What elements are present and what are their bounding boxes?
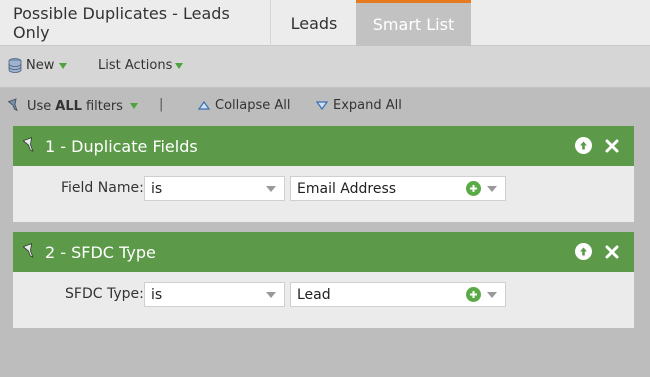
- use-label: Use: [27, 98, 52, 114]
- dropdown-arrow-icon: [175, 62, 184, 69]
- field-value: Email Address: [297, 180, 397, 197]
- list-actions-button[interactable]: List Actions: [98, 58, 184, 73]
- close-icon[interactable]: [604, 244, 620, 260]
- value-select[interactable]: Email Address: [290, 176, 506, 201]
- funnel-icon: [23, 243, 34, 258]
- new-menu-button[interactable]: New: [8, 58, 68, 73]
- expand-all-label: Expand All: [333, 98, 402, 113]
- operator-select[interactable]: is: [144, 176, 285, 201]
- collapse-triangle-icon: [198, 101, 210, 110]
- dropdown-arrow-icon: [59, 62, 68, 69]
- field-name-label: Field Name:: [61, 180, 144, 196]
- operator-value: is: [151, 180, 163, 197]
- filter-title: 1 - Duplicate Fields: [45, 136, 198, 156]
- value-select[interactable]: Lead: [290, 282, 506, 307]
- filter-card-sfdc-type: 2 - SFDC Type SFDC Type: is Lead: [13, 232, 634, 328]
- tab-leads[interactable]: Leads: [272, 0, 356, 46]
- tab-bar: Possible Duplicates - Leads Only Leads S…: [0, 0, 650, 46]
- tab-smart-list[interactable]: Smart List: [356, 0, 471, 46]
- chevron-down-icon: [487, 186, 497, 192]
- funnel-icon: [8, 98, 18, 112]
- add-value-button[interactable]: [466, 287, 481, 302]
- filter-header[interactable]: 2 - SFDC Type: [13, 232, 634, 272]
- close-icon[interactable]: [604, 138, 620, 154]
- all-label: ALL: [55, 98, 82, 114]
- operator-value: is: [151, 286, 163, 303]
- filter-body: Field Name: is Email Address: [13, 166, 634, 222]
- filter-options-bar: Use ALL filters | Collapse All Expand Al…: [0, 88, 650, 124]
- chevron-down-icon: [266, 186, 276, 192]
- dropdown-arrow-icon: [129, 103, 138, 109]
- funnel-icon: [23, 137, 34, 152]
- move-up-button[interactable]: [575, 243, 592, 260]
- filters-label: filters: [85, 98, 123, 114]
- move-up-button[interactable]: [575, 137, 592, 154]
- expand-triangle-icon: [316, 101, 328, 110]
- operator-select[interactable]: is: [144, 282, 285, 307]
- expand-all-button[interactable]: Expand All: [316, 98, 402, 113]
- arrow-up-icon: [580, 247, 587, 256]
- filter-card-duplicate-fields: 1 - Duplicate Fields Field Name: is Emai…: [13, 126, 634, 222]
- chevron-down-icon: [487, 292, 497, 298]
- new-label: New: [26, 58, 55, 73]
- collapse-all-button[interactable]: Collapse All: [198, 98, 291, 113]
- list-actions-label: List Actions: [98, 58, 173, 73]
- collapse-all-label: Collapse All: [215, 98, 291, 113]
- filter-body: SFDC Type: is Lead: [13, 272, 634, 328]
- filter-title: 2 - SFDC Type: [45, 242, 156, 262]
- chevron-down-icon: [266, 292, 276, 298]
- use-filters-dropdown[interactable]: Use ALL filters: [8, 98, 138, 114]
- separator: |: [159, 97, 164, 112]
- field-value: Lead: [297, 286, 331, 303]
- plus-icon: [470, 291, 477, 298]
- add-value-button[interactable]: [466, 181, 481, 196]
- tab-possible-duplicates[interactable]: Possible Duplicates - Leads Only: [0, 0, 271, 46]
- arrow-up-icon: [580, 141, 587, 150]
- sfdc-type-label: SFDC Type:: [65, 286, 144, 302]
- filter-header[interactable]: 1 - Duplicate Fields: [13, 126, 634, 166]
- database-icon: [8, 58, 22, 73]
- plus-icon: [470, 185, 477, 192]
- toolbar: New List Actions: [0, 46, 650, 88]
